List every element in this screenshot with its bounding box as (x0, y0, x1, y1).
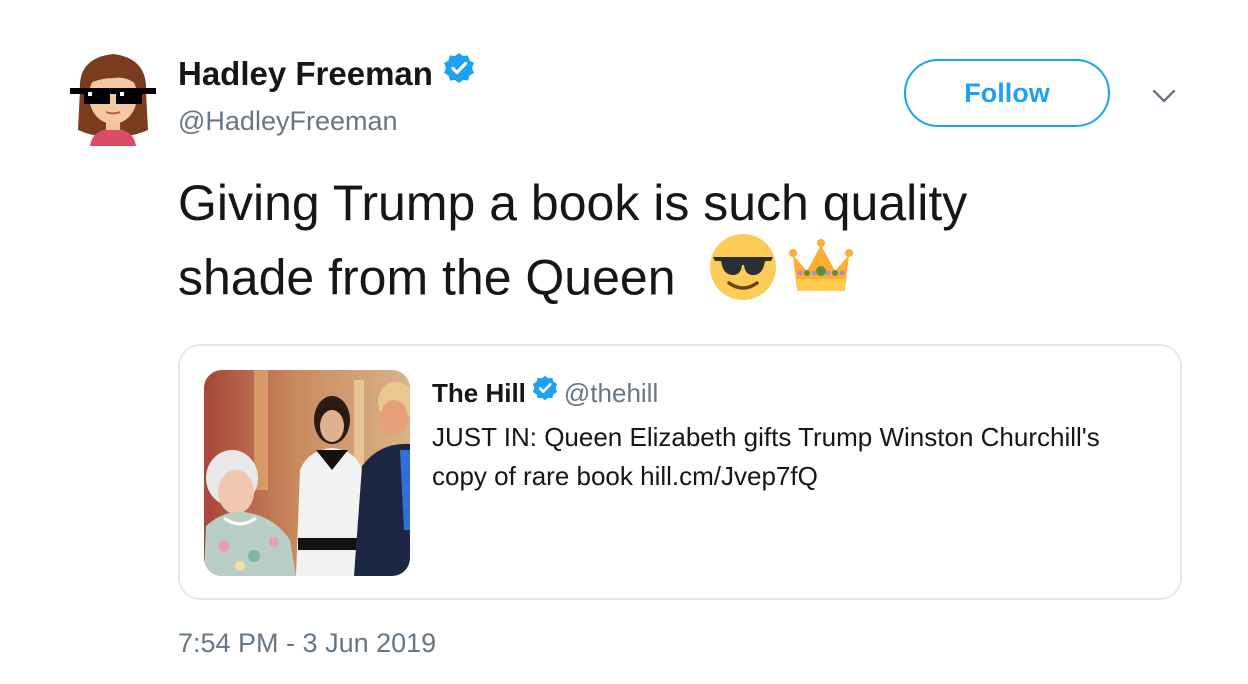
quoted-tweet-card[interactable]: The Hill @thehill JUST IN: Queen Elizabe… (178, 344, 1182, 600)
tweet-text-line-2: shade from the Queen (178, 234, 1178, 326)
quoted-author-handle[interactable]: @thehill (564, 378, 658, 408)
photo-thumbnail (204, 370, 410, 576)
quoted-author-name[interactable]: The Hill (432, 378, 526, 408)
bitmoji-avatar-icon (70, 54, 156, 146)
author-display-name[interactable]: Hadley Freeman (178, 52, 475, 98)
tweet-text-line: Giving Trump a book is such quality (178, 175, 968, 231)
follow-button[interactable]: Follow (904, 59, 1110, 127)
follow-button-label: Follow (964, 77, 1050, 108)
tweet-text-line-content: shade from the Queen (178, 249, 676, 306)
verified-badge-icon (443, 51, 475, 95)
quoted-verified-badge-icon (532, 375, 558, 409)
quoted-tweet-line: copy of rare book hill.cm/Jvep7fQ (432, 461, 818, 491)
quoted-tweet-image[interactable] (204, 370, 410, 576)
quoted-tweet-text: JUST IN: Queen Elizabeth gifts Trump Win… (432, 418, 1172, 496)
crown-emoji-icon (785, 231, 857, 320)
tweet-timestamp[interactable]: 7:54 PM - 3 Jun 2019 (178, 625, 436, 661)
quoted-tweet-line: JUST IN: Queen Elizabeth gifts Trump Win… (432, 422, 1100, 452)
author-name-text[interactable]: Hadley Freeman (178, 55, 433, 92)
quoted-author[interactable]: The Hill @thehill (432, 375, 658, 412)
author-handle[interactable]: @HadleyFreeman (178, 104, 398, 138)
chevron-down-icon[interactable] (1150, 86, 1178, 106)
sunglasses-emoji-icon (707, 231, 779, 320)
tweet-text: Giving Trump a book is such quality shad… (178, 170, 1178, 326)
author-avatar[interactable] (70, 50, 156, 146)
